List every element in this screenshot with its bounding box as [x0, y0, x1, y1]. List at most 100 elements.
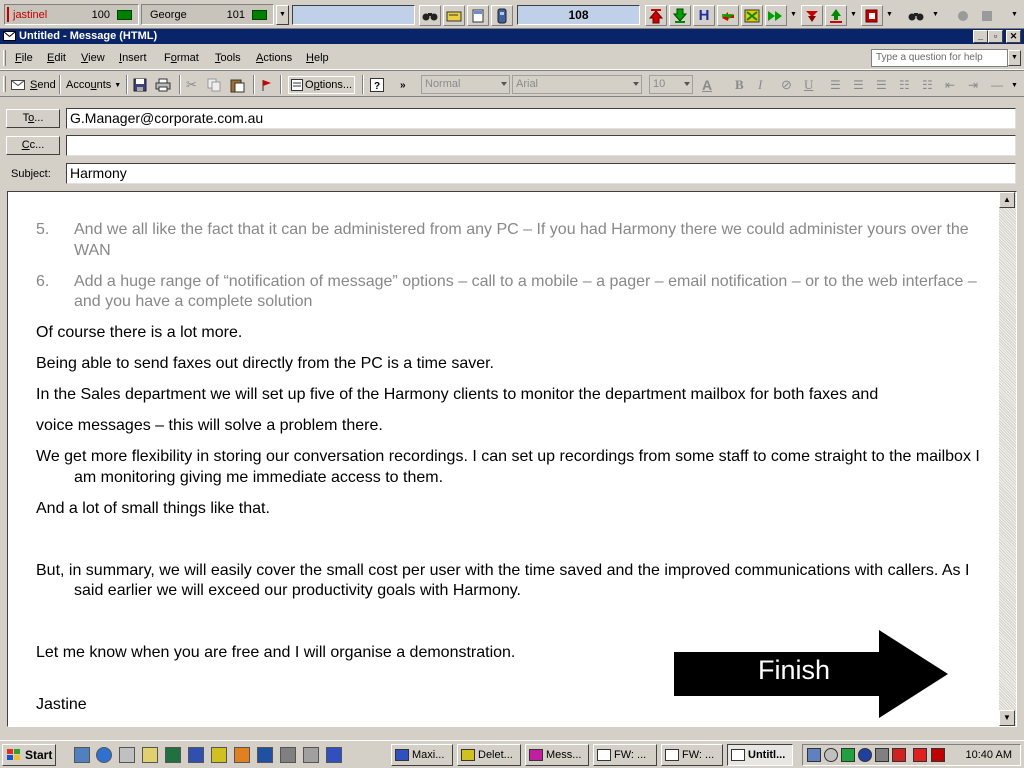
pickup-icon[interactable]	[825, 5, 847, 26]
align-right-icon[interactable]: ☰	[876, 76, 887, 94]
document-icon[interactable]	[467, 5, 489, 26]
vertical-scrollbar[interactable]: ▲ ▼	[999, 192, 1016, 726]
style-combo[interactable]: Normal	[421, 75, 510, 94]
font-size-combo[interactable]: 10	[649, 75, 693, 94]
cut-icon[interactable]: ✂	[186, 76, 197, 94]
font-color-icon[interactable]: A	[702, 76, 712, 94]
scroll-up-button[interactable]: ▲	[999, 192, 1015, 208]
task-messages[interactable]: Mess...	[525, 744, 589, 766]
italic-icon[interactable]: I	[758, 76, 762, 94]
follow-up-flag-icon[interactable]	[260, 76, 272, 94]
binoculars-icon[interactable]	[419, 5, 441, 26]
task-fw-2[interactable]: FW: ...	[661, 744, 723, 766]
toolbar-grip[interactable]	[3, 76, 6, 92]
options-button[interactable]: Options...	[288, 76, 356, 94]
phone-handset-icon[interactable]	[491, 5, 513, 26]
up-to-top-icon[interactable]	[645, 5, 667, 26]
menu-edit[interactable]: Edit	[47, 52, 66, 64]
cc-button[interactable]: Cc...	[6, 136, 60, 155]
horizontal-line-icon[interactable]: —	[991, 76, 1003, 94]
paste-icon[interactable]	[230, 76, 246, 94]
minimize-button[interactable]: _	[973, 30, 988, 43]
tray-app-icon[interactable]	[875, 748, 889, 762]
copy-icon[interactable]	[207, 76, 221, 94]
task-fw-1[interactable]: FW: ...	[593, 744, 657, 766]
menu-grip[interactable]	[3, 50, 6, 66]
tray-app-icon[interactable]	[913, 748, 927, 762]
quicklaunch-network-icon[interactable]	[119, 747, 135, 763]
quicklaunch-outlook-icon[interactable]	[211, 747, 227, 763]
exit-dropdown[interactable]: ▼	[883, 6, 896, 26]
conference-icon[interactable]	[741, 5, 763, 26]
decrease-indent-icon[interactable]: ⇤	[945, 76, 955, 94]
tray-app-icon[interactable]	[841, 748, 855, 762]
numbering-icon[interactable]: ☷	[922, 76, 933, 94]
pickup-dropdown[interactable]: ▼	[847, 6, 860, 26]
menu-help[interactable]: Help	[306, 52, 329, 64]
tray-network-icon[interactable]	[807, 748, 821, 762]
down-to-bottom-icon[interactable]	[669, 5, 691, 26]
menu-insert[interactable]: Insert	[119, 52, 147, 64]
task-untitled-active[interactable]: Untitl...	[727, 744, 793, 766]
quicklaunch-powerpoint-icon[interactable]	[234, 747, 250, 763]
card-icon[interactable]	[443, 5, 465, 26]
help-dropdown[interactable]: ▼	[1008, 50, 1021, 66]
quicklaunch-ie-icon[interactable]	[96, 747, 112, 763]
record-icon[interactable]	[952, 5, 974, 26]
clock[interactable]: 10:40 AM	[966, 749, 1012, 761]
forward-dropdown[interactable]: ▼	[787, 6, 800, 26]
tray-volume-icon[interactable]	[824, 748, 838, 762]
accounts-button[interactable]: Accounts ▼	[66, 76, 121, 94]
toolbar-overflow-icon[interactable]: »	[400, 76, 406, 94]
toolbar-options-dropdown[interactable]: ▼	[1008, 6, 1021, 26]
menu-actions[interactable]: Actions	[256, 52, 292, 64]
send-button[interactable]: Send	[11, 76, 56, 94]
restore-button[interactable]: ▫	[988, 30, 1003, 43]
attach-paperclip-icon[interactable]: ⊘	[781, 76, 792, 94]
window-title-bar[interactable]: Untitled - Message (HTML) _ ▫ ✕	[0, 29, 1024, 44]
subject-field[interactable]: Harmony	[66, 163, 1016, 184]
quicklaunch-excel-icon[interactable]	[165, 747, 181, 763]
line-slot-george[interactable]: George 101	[141, 4, 274, 25]
line-dropdown-button[interactable]: ▼	[276, 5, 289, 25]
exit-door-icon[interactable]	[861, 5, 883, 26]
forward-icon[interactable]	[765, 5, 787, 26]
underline-icon[interactable]: U	[804, 76, 813, 94]
close-button[interactable]: ✕	[1006, 30, 1021, 43]
search-dropdown[interactable]: ▼	[929, 6, 942, 26]
cc-field[interactable]	[66, 135, 1016, 156]
increase-indent-icon[interactable]: ⇥	[968, 76, 978, 94]
quicklaunch-terminal-icon[interactable]	[280, 747, 296, 763]
quicklaunch-app-icon[interactable]	[188, 747, 204, 763]
save-icon[interactable]	[133, 76, 147, 94]
transfer-icon[interactable]	[717, 5, 739, 26]
print-icon[interactable]	[155, 76, 171, 94]
quicklaunch-tools-icon[interactable]	[303, 747, 319, 763]
menu-view[interactable]: View	[81, 52, 105, 64]
scroll-down-button[interactable]: ▼	[999, 710, 1015, 726]
to-field[interactable]: G.Manager@corporate.com.au	[66, 108, 1016, 129]
hold-icon[interactable]: H	[693, 5, 715, 26]
quicklaunch-window-icon[interactable]	[326, 747, 342, 763]
tray-app-icon[interactable]	[858, 748, 872, 762]
quicklaunch-search-icon[interactable]	[142, 747, 158, 763]
task-maxi[interactable]: Maxi...	[391, 744, 453, 766]
binoculars-search-icon[interactable]	[905, 5, 927, 26]
start-button[interactable]: Start	[2, 744, 56, 766]
align-center-icon[interactable]: ☰	[853, 76, 864, 94]
bold-icon[interactable]: B	[735, 76, 744, 94]
toolbar-more-dropdown[interactable]: ▼	[1011, 76, 1018, 94]
font-combo[interactable]: Arial	[512, 75, 642, 94]
help-question-input[interactable]: Type a question for help	[871, 49, 1008, 67]
dial-input[interactable]	[292, 5, 415, 25]
divert-icon[interactable]	[801, 5, 823, 26]
task-deleted[interactable]: Delet...	[457, 744, 521, 766]
menu-tools[interactable]: Tools	[215, 52, 241, 64]
to-button[interactable]: To...	[6, 109, 60, 128]
align-left-icon[interactable]: ☰	[830, 76, 841, 94]
bullets-icon[interactable]: ☷	[899, 76, 910, 94]
stop-icon[interactable]	[976, 5, 998, 26]
tray-exit-icon[interactable]	[931, 748, 945, 762]
quicklaunch-word-icon[interactable]	[257, 747, 273, 763]
menu-format[interactable]: Format	[164, 52, 199, 64]
